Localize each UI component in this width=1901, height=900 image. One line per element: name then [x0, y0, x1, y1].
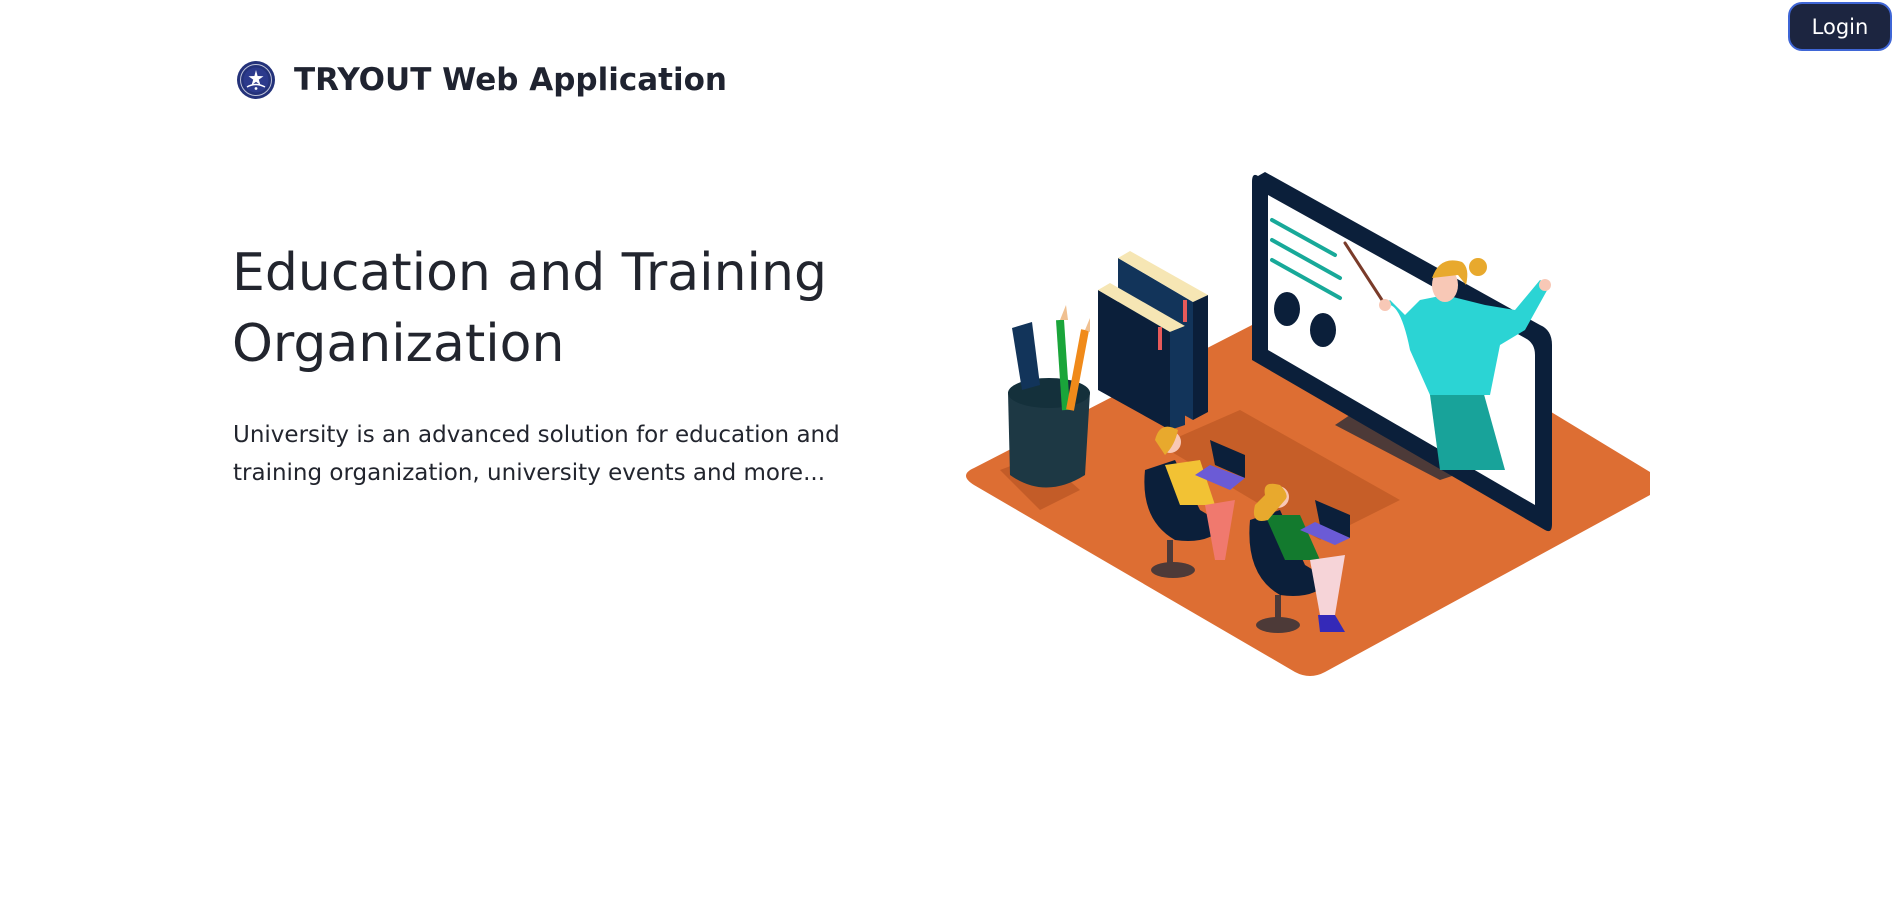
- hero-description: University is an advanced solution for e…: [233, 422, 840, 486]
- landing-page: Login TRYOUT Web Application Education a…: [0, 0, 1901, 900]
- online-classroom-illustration: [966, 172, 1650, 676]
- university-logo-icon: [237, 61, 275, 99]
- brand-name: TRYOUT Web Application: [294, 62, 727, 98]
- hero-title: Education and Training Organization: [232, 243, 827, 374]
- login-button[interactable]: Login: [1788, 2, 1892, 51]
- brand[interactable]: TRYOUT Web Application: [236, 58, 727, 102]
